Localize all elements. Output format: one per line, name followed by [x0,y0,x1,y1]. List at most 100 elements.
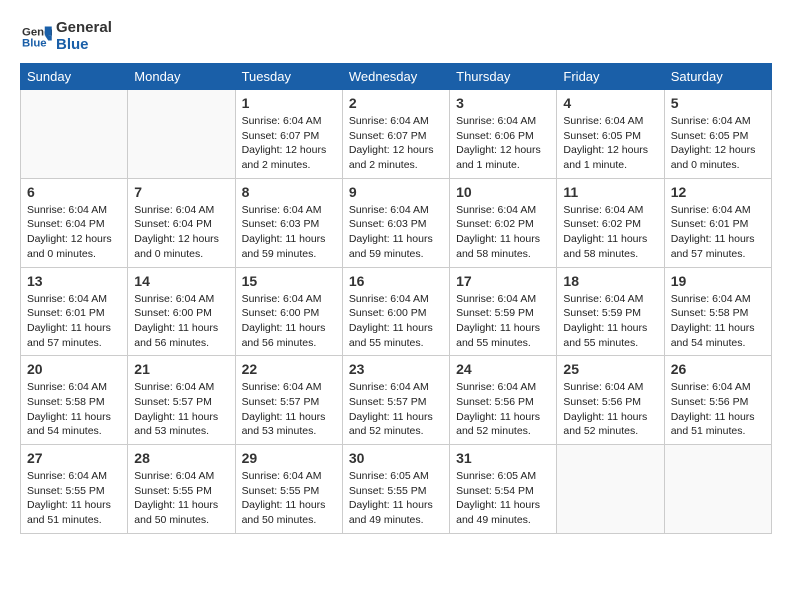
day-number: 16 [349,273,443,289]
day-cell [128,90,235,179]
logo-general: General [56,20,112,37]
day-cell [664,445,771,534]
day-number: 25 [563,361,657,377]
day-info: Sunrise: 6:04 AM Sunset: 6:04 PM Dayligh… [134,203,228,262]
week-row-3: 13 Sunrise: 6:04 AM Sunset: 6:01 PM Dayli… [21,267,772,356]
day-info: Sunrise: 6:04 AM Sunset: 5:56 PM Dayligh… [671,380,765,439]
header-day-sunday: Sunday [21,64,128,90]
day-cell: 14Sunrise: 6:04 AM Sunset: 6:00 PM Dayli… [128,267,235,356]
day-number: 20 [27,361,121,377]
day-cell: 15 Sunrise: 6:04 AM Sunset: 6:00 PM Dayli… [235,267,342,356]
header-day-tuesday: Tuesday [235,64,342,90]
day-cell [557,445,664,534]
day-cell: 16 Sunrise: 6:04 AM Sunset: 6:00 PM Dayli… [342,267,449,356]
day-info: Sunrise: 6:04 AM Sunset: 5:55 PM Dayligh… [242,469,336,528]
header-row: SundayMondayTuesdayWednesdayThursdayFrid… [21,64,772,90]
day-cell: 2Sunrise: 6:04 AM Sunset: 6:07 PM Daylig… [342,90,449,179]
day-info: Sunrise: 6:04 AM Sunset: 6:06 PM Dayligh… [456,114,550,173]
day-number: 23 [349,361,443,377]
day-cell: 1 Sunrise: 6:04 AM Sunset: 6:07 PM Daylig… [235,90,342,179]
calendar-header: SundayMondayTuesdayWednesdayThursdayFrid… [21,64,772,90]
day-cell: 23 Sunrise: 6:04 AM Sunset: 5:57 PM Dayli… [342,356,449,445]
day-info: Sunrise: 6:04 AM Sunset: 5:57 PM Dayligh… [134,380,228,439]
day-info: Sunrise: 6:04 AM Sunset: 6:03 PM Dayligh… [349,203,443,262]
day-cell: 27Sunrise: 6:04 AM Sunset: 5:55 PM Dayli… [21,445,128,534]
day-info: Sunrise: 6:04 AM Sunset: 6:00 PM Dayligh… [349,292,443,351]
day-number: 10 [456,184,550,200]
day-number: 4 [563,95,657,111]
day-cell: 4 Sunrise: 6:04 AM Sunset: 6:05 PM Daylig… [557,90,664,179]
page-header: General Blue General Blue [20,20,772,53]
day-cell: 19 Sunrise: 6:04 AM Sunset: 5:58 PM Dayli… [664,267,771,356]
day-number: 3 [456,95,550,111]
day-info: Sunrise: 6:04 AM Sunset: 6:07 PM Dayligh… [349,114,443,173]
day-number: 31 [456,450,550,466]
day-info: Sunrise: 6:04 AM Sunset: 5:59 PM Dayligh… [456,292,550,351]
day-cell: 30 Sunrise: 6:05 AM Sunset: 5:55 PM Dayli… [342,445,449,534]
day-info: Sunrise: 6:04 AM Sunset: 6:00 PM Dayligh… [242,292,336,351]
day-info: Sunrise: 6:04 AM Sunset: 6:07 PM Dayligh… [242,114,336,173]
day-cell: 5Sunrise: 6:04 AM Sunset: 6:05 PM Daylig… [664,90,771,179]
day-number: 7 [134,184,228,200]
svg-text:Blue: Blue [22,37,47,49]
header-day-wednesday: Wednesday [342,64,449,90]
day-cell: 25 Sunrise: 6:04 AM Sunset: 5:56 PM Dayli… [557,356,664,445]
day-number: 28 [134,450,228,466]
header-day-friday: Friday [557,64,664,90]
day-cell: 22Sunrise: 6:04 AM Sunset: 5:57 PM Dayli… [235,356,342,445]
day-number: 11 [563,184,657,200]
day-cell: 17 Sunrise: 6:04 AM Sunset: 5:59 PM Dayli… [450,267,557,356]
day-number: 27 [27,450,121,466]
header-day-monday: Monday [128,64,235,90]
calendar-body: 1 Sunrise: 6:04 AM Sunset: 6:07 PM Daylig… [21,90,772,534]
calendar-table: SundayMondayTuesdayWednesdayThursdayFrid… [20,63,772,534]
day-cell: 29 Sunrise: 6:04 AM Sunset: 5:55 PM Dayli… [235,445,342,534]
day-number: 24 [456,361,550,377]
day-cell: 13 Sunrise: 6:04 AM Sunset: 6:01 PM Dayli… [21,267,128,356]
day-number: 6 [27,184,121,200]
day-number: 13 [27,273,121,289]
logo-icon: General Blue [20,23,52,51]
day-cell: 31 Sunrise: 6:05 AM Sunset: 5:54 PM Dayli… [450,445,557,534]
day-cell: 9 Sunrise: 6:04 AM Sunset: 6:03 PM Daylig… [342,178,449,267]
day-cell: 24 Sunrise: 6:04 AM Sunset: 5:56 PM Dayli… [450,356,557,445]
day-cell: 21 Sunrise: 6:04 AM Sunset: 5:57 PM Dayli… [128,356,235,445]
week-row-4: 20 Sunrise: 6:04 AM Sunset: 5:58 PM Dayli… [21,356,772,445]
day-number: 18 [563,273,657,289]
day-cell: 6 Sunrise: 6:04 AM Sunset: 6:04 PM Daylig… [21,178,128,267]
day-cell: 10 Sunrise: 6:04 AM Sunset: 6:02 PM Dayli… [450,178,557,267]
day-info: Sunrise: 6:04 AM Sunset: 5:55 PM Dayligh… [134,469,228,528]
day-number: 26 [671,361,765,377]
day-info: Sunrise: 6:04 AM Sunset: 6:05 PM Dayligh… [563,114,657,173]
logo-blue: Blue [56,37,112,54]
day-cell: 7 Sunrise: 6:04 AM Sunset: 6:04 PM Daylig… [128,178,235,267]
day-number: 9 [349,184,443,200]
day-info: Sunrise: 6:04 AM Sunset: 5:56 PM Dayligh… [456,380,550,439]
day-number: 14 [134,273,228,289]
day-number: 1 [242,95,336,111]
day-info: Sunrise: 6:04 AM Sunset: 5:56 PM Dayligh… [563,380,657,439]
day-info: Sunrise: 6:04 AM Sunset: 6:01 PM Dayligh… [27,292,121,351]
week-row-1: 1 Sunrise: 6:04 AM Sunset: 6:07 PM Daylig… [21,90,772,179]
day-info: Sunrise: 6:04 AM Sunset: 6:04 PM Dayligh… [27,203,121,262]
day-number: 21 [134,361,228,377]
day-info: Sunrise: 6:04 AM Sunset: 5:58 PM Dayligh… [671,292,765,351]
day-cell: 3 Sunrise: 6:04 AM Sunset: 6:06 PM Daylig… [450,90,557,179]
day-number: 17 [456,273,550,289]
day-cell: 28 Sunrise: 6:04 AM Sunset: 5:55 PM Dayli… [128,445,235,534]
day-cell: 20 Sunrise: 6:04 AM Sunset: 5:58 PM Dayli… [21,356,128,445]
week-row-2: 6 Sunrise: 6:04 AM Sunset: 6:04 PM Daylig… [21,178,772,267]
day-number: 30 [349,450,443,466]
header-day-thursday: Thursday [450,64,557,90]
day-number: 15 [242,273,336,289]
day-number: 19 [671,273,765,289]
day-info: Sunrise: 6:04 AM Sunset: 5:57 PM Dayligh… [349,380,443,439]
day-info: Sunrise: 6:05 AM Sunset: 5:55 PM Dayligh… [349,469,443,528]
day-info: Sunrise: 6:04 AM Sunset: 5:58 PM Dayligh… [27,380,121,439]
day-number: 29 [242,450,336,466]
day-info: Sunrise: 6:05 AM Sunset: 5:54 PM Dayligh… [456,469,550,528]
week-row-5: 27 Sunrise: 6:04 AM Sunset: 5:55 PM Dayli… [21,445,772,534]
day-info: Sunrise: 6:04 AM Sunset: 6:02 PM Dayligh… [456,203,550,262]
day-cell: 11Sunrise: 6:04 AM Sunset: 6:02 PM Dayli… [557,178,664,267]
day-cell: 18Sunrise: 6:04 AM Sunset: 5:59 PM Dayli… [557,267,664,356]
